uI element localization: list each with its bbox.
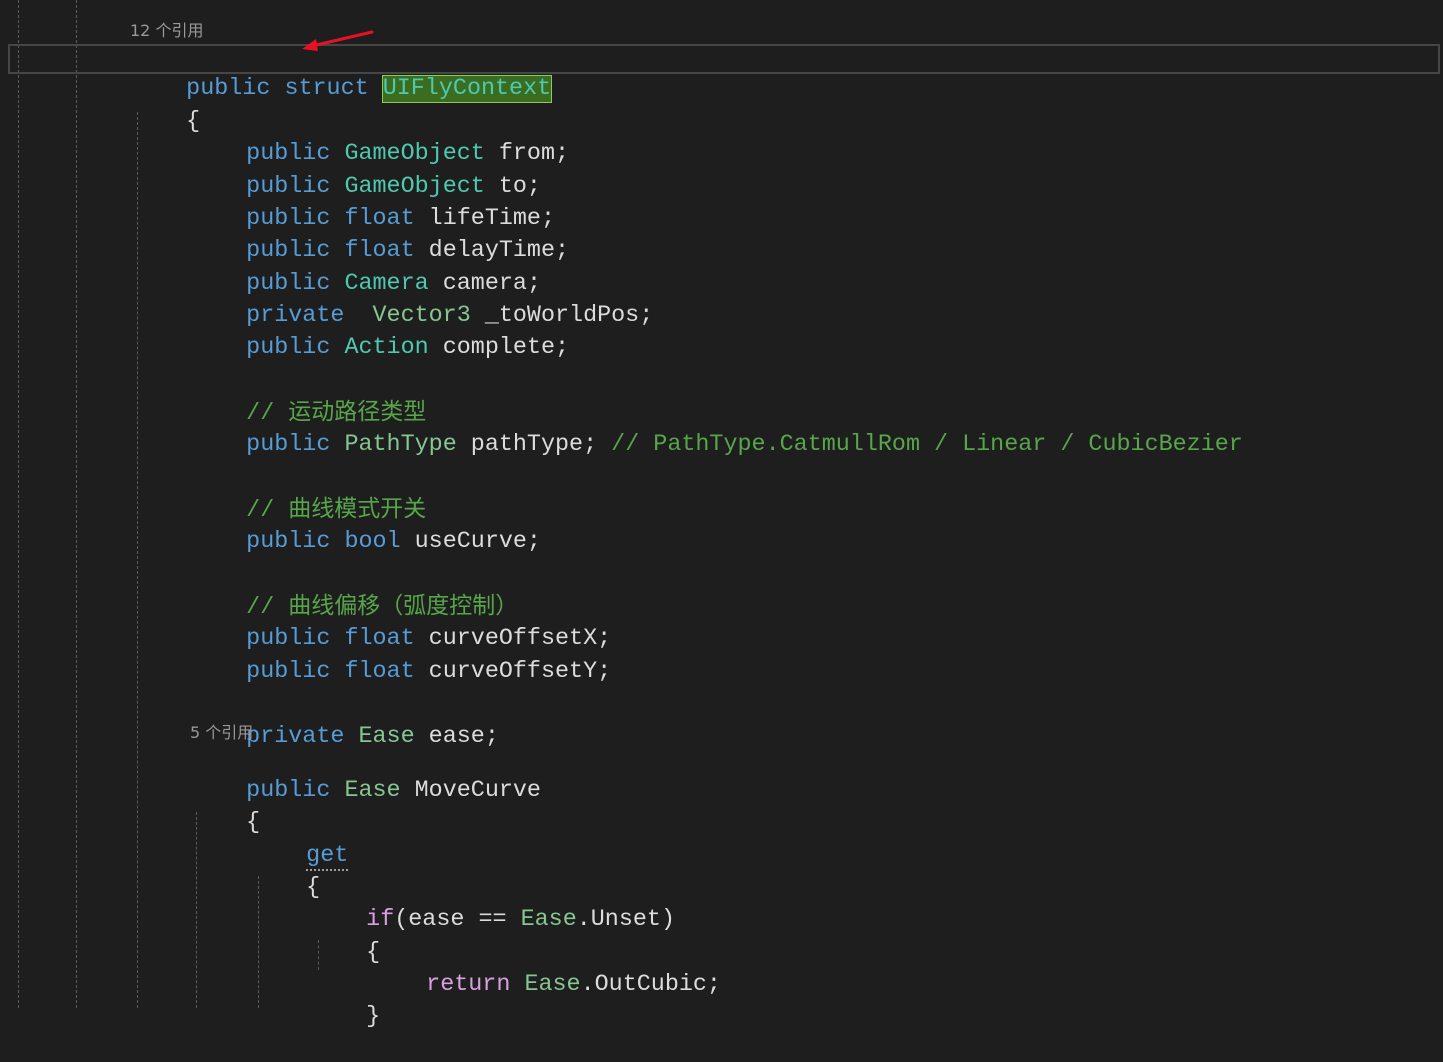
code-line-field-pathtype[interactable]: public PathType pathType; // PathType.Ca… [190, 400, 1243, 458]
code-line-comment-offset[interactable]: // 曲线偏移（弧度控制） [190, 561, 518, 621]
comment: // PathType.CatmullRom / Linear / CubicB… [611, 432, 1243, 458]
code-line-field-ease[interactable]: private Ease ease; [190, 692, 499, 750]
keyword-type: bool [344, 529, 401, 555]
code-line-field-lifetime[interactable]: public float lifeTime; [190, 174, 555, 232]
identifier: useCurve; [414, 529, 541, 555]
code-line-open-brace[interactable]: { [250, 843, 320, 901]
identifier: complete; [442, 335, 570, 361]
code-line-field-offsety[interactable]: public float curveOffsetY; [190, 627, 611, 685]
type-name: Ease [344, 778, 401, 804]
codelens-references[interactable]: 12 个引用 [130, 21, 203, 41]
identifier: MoveCurve [414, 778, 541, 804]
expression: .OutCubic; [580, 972, 721, 998]
expression: .Unset) [576, 907, 675, 933]
code-line-field-complete[interactable]: public Action complete; [190, 303, 569, 361]
expression: (ease == [394, 907, 521, 933]
code-line-open-brace[interactable]: { [190, 778, 260, 836]
code-line-field-usecurve[interactable]: public bool useCurve; [190, 497, 541, 555]
keyword: public [246, 335, 331, 361]
type-name: PathType [344, 432, 457, 458]
code-line-field-camera[interactable]: public Camera camera; [190, 239, 541, 297]
keyword: public [246, 529, 331, 555]
keyword: public [246, 659, 331, 685]
keyword-type: float [344, 659, 415, 685]
code-line-field-offsetx[interactable]: public float curveOffsetX; [190, 594, 611, 652]
struct-name-highlight[interactable]: UIFlyContext [381, 75, 553, 103]
code-line-if[interactable]: if(ease == Ease.Unset) [310, 875, 675, 933]
code-line-return[interactable]: return Ease.OutCubic; [370, 940, 721, 998]
code-line-open-brace[interactable]: { [310, 908, 380, 966]
code-line-comment-pathtype[interactable]: // 运动路径类型 [190, 367, 426, 427]
type-name: Action [344, 335, 429, 361]
code-line-get[interactable]: get [250, 811, 349, 871]
keyword-return: return [426, 972, 511, 998]
type-name: Ease [520, 907, 577, 933]
indent-guide [76, 0, 77, 1008]
identifier: curveOffsetY; [428, 659, 612, 685]
indent-guide [137, 112, 138, 1008]
code-line-comment-curve[interactable]: // 曲线模式开关 [190, 464, 426, 524]
keyword: public [246, 432, 331, 458]
annotation-arrow-icon [302, 30, 374, 51]
code-line-field-to[interactable]: public GameObject to; [190, 142, 541, 200]
code-line-field-delaytime[interactable]: public float delayTime; [190, 206, 569, 264]
codelens-references[interactable]: 5 个引用 [190, 723, 253, 743]
indent-guide [18, 0, 19, 1008]
code-line-open-brace[interactable]: { [130, 77, 200, 135]
identifier: pathType; [470, 432, 598, 458]
type-name: Ease [524, 972, 581, 998]
code-line-close-brace[interactable]: } [310, 972, 380, 1030]
code-editor[interactable]: 12 个引用 public struct UIFlyContext { publ… [0, 0, 1443, 1030]
code-line-field-from[interactable]: public GameObject from; [190, 109, 569, 167]
code-line-property-movecurve[interactable]: public Ease MoveCurve [190, 746, 541, 804]
code-line-field-toworldpos[interactable]: private Vector3 _toWorldPos; [190, 271, 653, 329]
keyword: struct [284, 76, 369, 102]
